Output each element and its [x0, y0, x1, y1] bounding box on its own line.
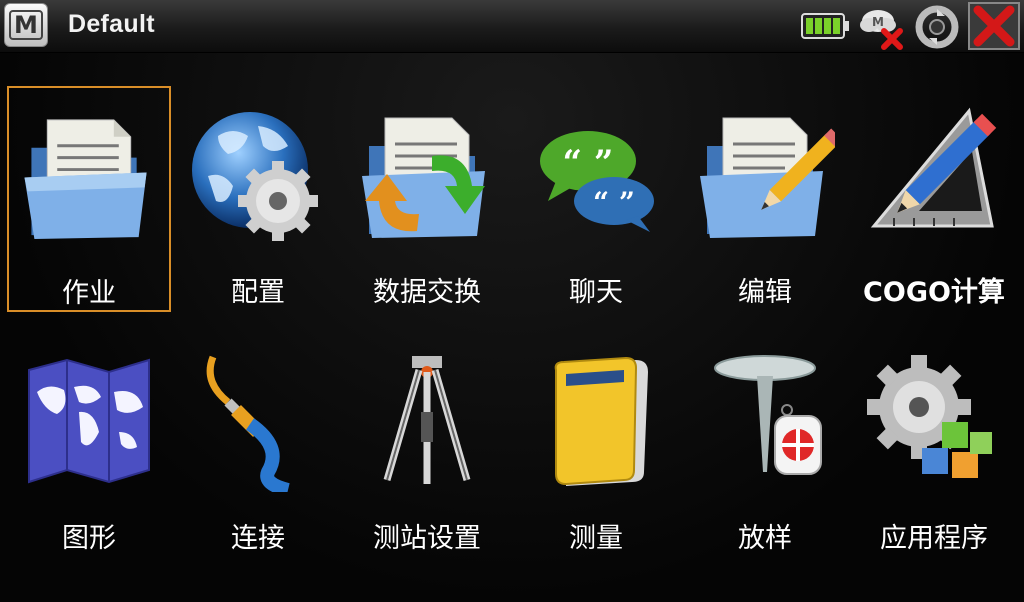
- folder-exchange-arrows-icon: [362, 117, 485, 238]
- cable-plug-icon: [206, 355, 290, 492]
- svg-text:“ ”: “ ”: [593, 186, 635, 219]
- menu-item-label: 测量: [569, 523, 623, 554]
- menu-item-label: 聊天: [569, 277, 623, 308]
- pencil-set-square-icon: [870, 107, 997, 228]
- title-bar: M Default M: [0, 0, 1024, 53]
- page-title: Default: [68, 10, 155, 38]
- close-icon[interactable]: [968, 2, 1020, 50]
- folder-documents-icon: [24, 119, 147, 240]
- menu-item-label: 数据交换: [373, 277, 481, 308]
- chat-bubbles-icon: “ ” “ ”: [540, 131, 654, 232]
- menu-item-configuration[interactable]: 配置: [176, 86, 340, 312]
- battery-icon[interactable]: [800, 10, 852, 42]
- menu-item-map[interactable]: 图形: [7, 332, 171, 558]
- menu-item-stakeout[interactable]: 放样: [683, 332, 847, 558]
- folder-pencil-icon: [700, 117, 835, 238]
- world-map-icon: [28, 358, 150, 484]
- menu-item-label: 配置: [231, 277, 285, 308]
- menu-item-applications[interactable]: 应用程序: [852, 332, 1016, 558]
- menu-item-measure[interactable]: 测量: [514, 332, 678, 558]
- menu-item-station-setup[interactable]: 测站设置: [345, 332, 509, 558]
- menu-item-label: 编辑: [738, 277, 792, 308]
- menu-item-data-exchange[interactable]: 数据交换: [345, 86, 509, 312]
- menu-item-label: 测站设置: [373, 523, 481, 554]
- yellow-book-icon: [554, 356, 648, 486]
- menu-item-label: 放样: [738, 523, 792, 554]
- menu-item-label: 应用程序: [880, 523, 988, 554]
- svg-text:M: M: [872, 15, 884, 29]
- tripod-icon: [383, 356, 471, 484]
- menu-item-cogo[interactable]: COGO计算: [852, 86, 1016, 312]
- survey-nail-target-icon: [714, 355, 822, 475]
- menu-logo-icon: M: [9, 10, 43, 40]
- main-menu-button[interactable]: M: [4, 3, 48, 47]
- globe-gear-icon: [192, 112, 318, 241]
- main-menu-grid: 作业 配置 数据交换 “ ” “ ” 聊天 编辑 COGO计算 图形 连接 测站…: [0, 52, 1024, 602]
- svg-text:“ ”: “ ”: [563, 143, 614, 183]
- gear-blocks-icon: [867, 355, 992, 478]
- menu-item-connect[interactable]: 连接: [176, 332, 340, 558]
- menu-item-label: 图形: [62, 523, 116, 554]
- menu-item-jobs[interactable]: 作业: [7, 86, 171, 312]
- menu-item-label: COGO计算: [863, 277, 1005, 308]
- menu-item-chat[interactable]: “ ” “ ” 聊天: [514, 86, 678, 312]
- menu-item-label: 作业: [62, 278, 116, 309]
- menu-item-label: 连接: [231, 523, 285, 554]
- sync-icon[interactable]: [912, 4, 962, 50]
- network-disconnected-icon[interactable]: M: [856, 4, 908, 50]
- menu-item-edit[interactable]: 编辑: [683, 86, 847, 312]
